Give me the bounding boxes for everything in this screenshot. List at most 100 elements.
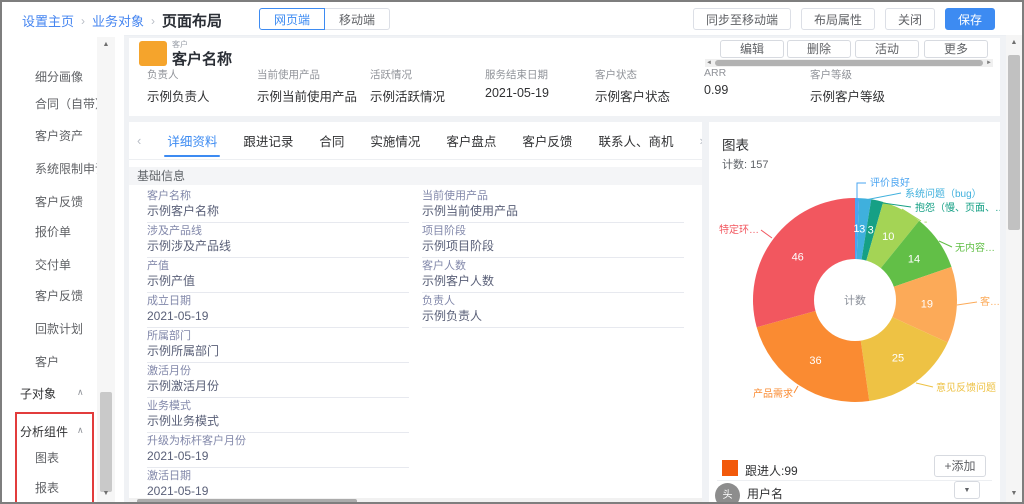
- annotation-highlight-box: [15, 412, 94, 504]
- sidebar-item-contract-builtin[interactable]: 合同（自带）: [35, 95, 99, 112]
- breadcrumb-separator-icon: ›: [151, 14, 155, 28]
- page-scrollbar-thumb[interactable]: [1008, 55, 1020, 230]
- field-value: 2021-05-19: [147, 450, 409, 468]
- edit-button[interactable]: 编辑: [720, 40, 784, 58]
- field-label: 客户状态: [595, 67, 670, 82]
- header-field: 负责人 示例负责人: [147, 67, 210, 105]
- sync-to-mobile-button[interactable]: 同步至移动端: [693, 8, 791, 30]
- tab-customer-feedback[interactable]: 客户反馈: [522, 122, 572, 160]
- detail-horizontal-scrollbar[interactable]: [129, 498, 702, 504]
- field-value: 示例产值: [147, 275, 409, 293]
- tab-scroll-right-icon[interactable]: ›: [699, 133, 702, 148]
- follower-dropdown-button[interactable]: ▼: [954, 481, 980, 499]
- header-scrollbar-thumb[interactable]: [715, 60, 983, 66]
- scroll-up-icon[interactable]: ▲: [97, 39, 115, 51]
- sidebar-item-delivery-order[interactable]: 交付单: [35, 256, 99, 273]
- header-field: 活跃情况 示例活跃情况: [370, 67, 445, 105]
- field-label: 激活月份: [147, 365, 409, 377]
- sidebar-item-system-limit-request[interactable]: 系统限制申请明细: [35, 160, 97, 177]
- field-row: 业务模式 示例业务模式: [147, 400, 409, 435]
- field-label: 负责人: [422, 295, 684, 307]
- add-follower-button[interactable]: +添加: [934, 455, 986, 477]
- scroll-right-icon[interactable]: ►: [985, 59, 993, 67]
- svg-text:36: 36: [809, 355, 821, 367]
- field-value: 2021-05-19: [485, 86, 549, 100]
- breadcrumb-current-page: 页面布局: [162, 10, 222, 31]
- chart-count-label: 计数: 157: [722, 156, 768, 172]
- field-label: 激活日期: [147, 470, 409, 482]
- sidebar-item-quotation[interactable]: 报价单: [35, 223, 99, 240]
- field-row: 所属部门 示例所属部门: [147, 330, 409, 365]
- form-column-right: 当前使用产品 示例当前使用产品 项目阶段 示例项目阶段 客户人数 示例客户人数 …: [422, 190, 684, 330]
- field-row: 升级为标杆客户月份 2021-05-19: [147, 435, 409, 470]
- layout-properties-button[interactable]: 布局属性: [801, 8, 875, 30]
- svg-text:-: -: [924, 217, 927, 228]
- tab-implementation-status[interactable]: 实施情况: [370, 122, 420, 160]
- svg-text:3: 3: [859, 223, 865, 235]
- sidebar-item-customer-feedback-2[interactable]: 客户反馈: [35, 287, 99, 304]
- svg-text:3: 3: [868, 225, 874, 237]
- svg-text:14: 14: [908, 254, 920, 266]
- sidebar-item-customer-feedback[interactable]: 客户反馈: [35, 193, 99, 210]
- tab-contract[interactable]: 合同: [319, 122, 344, 160]
- svg-text:46: 46: [792, 251, 804, 263]
- sidebar-item-segment-profile[interactable]: 细分画像: [35, 68, 99, 85]
- divider: [717, 480, 992, 481]
- save-button[interactable]: 保存: [945, 8, 995, 30]
- scroll-left-icon[interactable]: ◄: [705, 59, 713, 67]
- delete-button[interactable]: 删除: [787, 40, 851, 58]
- sidebar-scrollbar[interactable]: ▲ ▼: [97, 37, 115, 502]
- field-value: 2021-05-19: [147, 310, 409, 328]
- svg-text:客…: 客…: [980, 295, 1000, 308]
- tab-customer-review[interactable]: 客户盘点: [446, 122, 496, 160]
- header-field: 服务结束日期 2021-05-19: [485, 67, 549, 100]
- field-value: 示例当前使用产品: [257, 86, 357, 105]
- header-horizontal-scrollbar[interactable]: ◄ ►: [705, 59, 993, 67]
- record-title: 客户名称: [172, 48, 232, 69]
- field-label: 客户人数: [422, 260, 684, 272]
- sidebar-item-customer[interactable]: 客户: [35, 353, 99, 370]
- scroll-up-icon[interactable]: ▲: [1006, 37, 1022, 49]
- tab-detail-info[interactable]: 详细资料: [167, 122, 217, 160]
- breadcrumb-settings-home[interactable]: 设置主页: [22, 11, 74, 30]
- field-label: 服务结束日期: [485, 67, 549, 82]
- scroll-down-icon[interactable]: ▼: [97, 488, 115, 500]
- field-label: 升级为标杆客户月份: [147, 435, 409, 447]
- field-value: 示例项目阶段: [422, 240, 684, 258]
- breadcrumb-business-object[interactable]: 业务对象: [92, 11, 144, 30]
- header-field: 客户等级 示例客户等级: [810, 67, 885, 105]
- web-client-toggle-button[interactable]: 网页端: [259, 8, 325, 30]
- tab-contacts-opportunities[interactable]: 联系人、商机: [598, 122, 673, 160]
- close-button[interactable]: 关闭: [885, 8, 935, 30]
- sidebar-item-customer-assets[interactable]: 客户资产: [35, 127, 99, 144]
- field-row: 产值 示例产值: [147, 260, 409, 295]
- detail-scrollbar-thumb[interactable]: [137, 499, 357, 504]
- chevron-up-icon[interactable]: ∧: [77, 387, 84, 398]
- svg-text:计数: 计数: [844, 294, 866, 307]
- field-row: 涉及产品线 示例涉及产品线: [147, 225, 409, 260]
- more-button[interactable]: 更多: [924, 40, 988, 58]
- page-scrollbar[interactable]: ▲ ▼: [1006, 35, 1022, 502]
- tab-follow-up-records[interactable]: 跟进记录: [243, 122, 293, 160]
- customer-object-icon: [139, 41, 167, 66]
- field-value: 示例业务模式: [147, 415, 409, 433]
- follower-count-label: 跟进人:99: [745, 462, 798, 479]
- tab-scroll-left-icon[interactable]: ‹: [137, 133, 141, 148]
- field-row: 项目阶段 示例项目阶段: [422, 225, 684, 260]
- mobile-client-toggle-button[interactable]: 移动端: [324, 8, 390, 30]
- topbar-actions: 同步至移动端 布局属性 关闭 保存: [693, 8, 995, 30]
- avatar: 头: [715, 483, 740, 504]
- scroll-down-icon[interactable]: ▼: [1006, 488, 1022, 500]
- field-value: 示例活跃情况: [370, 86, 445, 105]
- sidebar-item-payment-plan[interactable]: 回款计划: [35, 320, 99, 337]
- svg-text:19: 19: [921, 299, 933, 311]
- section-basic-info: 基础信息: [129, 167, 702, 185]
- sidebar-group-sub-object[interactable]: 子对象: [20, 385, 56, 402]
- field-value: 示例当前使用产品: [422, 205, 684, 223]
- field-label: 产值: [147, 260, 409, 272]
- activity-button[interactable]: 活动: [855, 40, 919, 58]
- follower-user-role: 职位名称·负责人: [747, 500, 820, 504]
- sidebar-scrollbar-thumb[interactable]: [100, 392, 112, 492]
- breadcrumb: 设置主页 › 业务对象 › 页面布局: [22, 10, 222, 31]
- tab-strip: ‹ 详细资料 跟进记录 合同 实施情况 客户盘点 客户反馈 联系人、商机 ›: [129, 122, 702, 160]
